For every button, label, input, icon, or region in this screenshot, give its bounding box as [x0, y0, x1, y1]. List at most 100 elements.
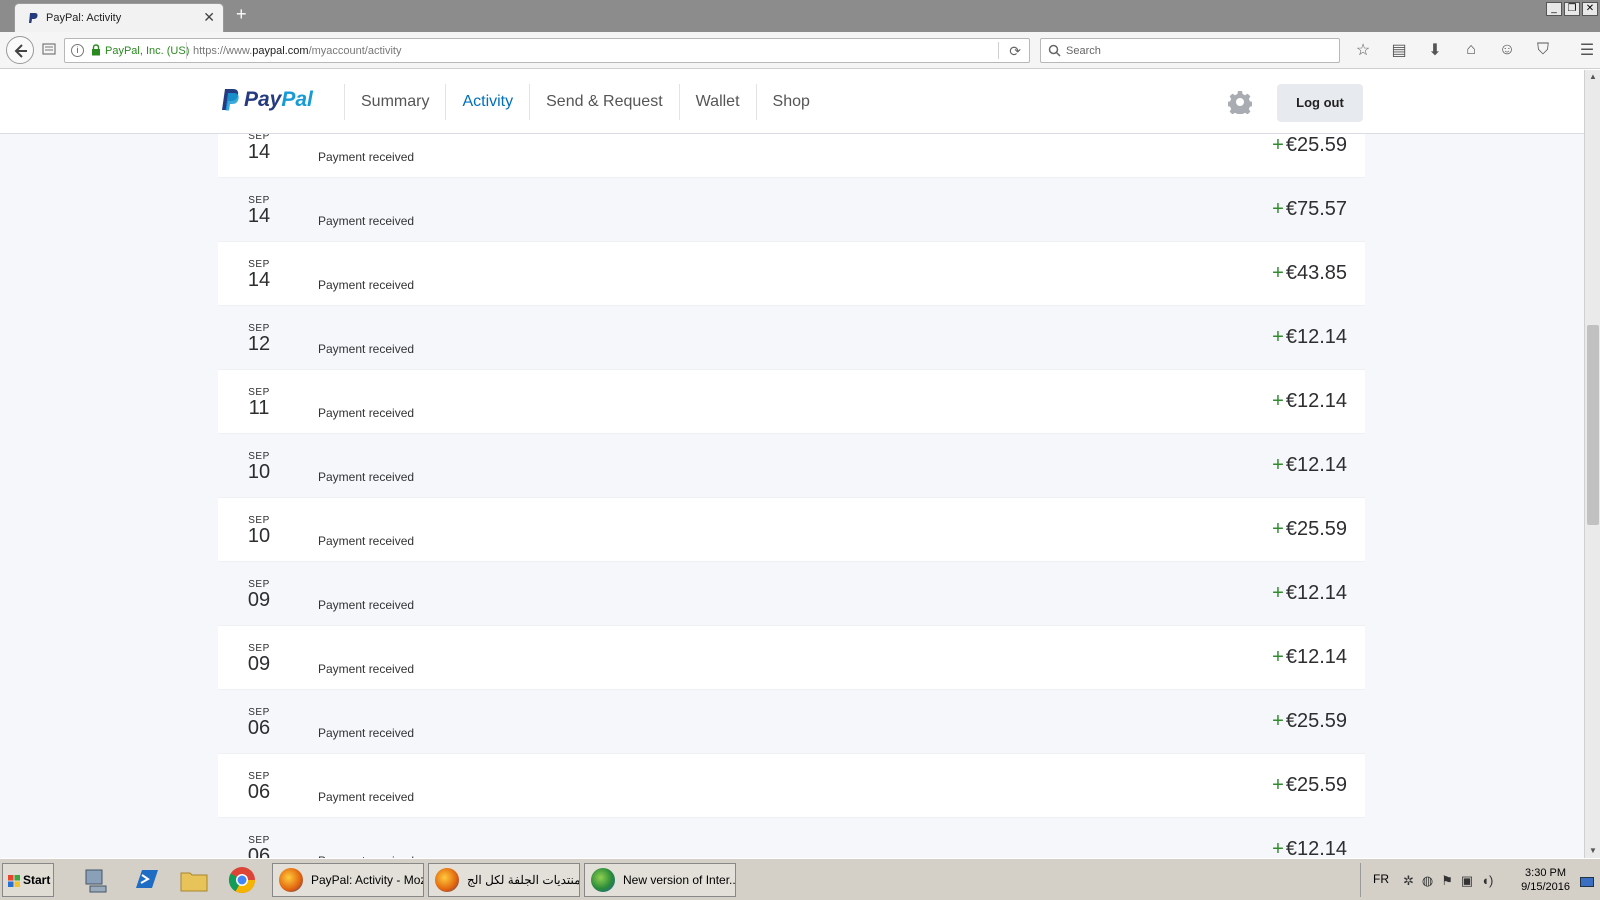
transaction-day: 14: [247, 141, 271, 163]
restore-button[interactable]: ❐: [1564, 2, 1580, 16]
reader-view-icon[interactable]: [42, 42, 56, 56]
reload-icon[interactable]: ⟳: [1009, 43, 1021, 60]
menu-icon[interactable]: ☰: [1576, 40, 1598, 60]
powershell-icon[interactable]: [130, 864, 162, 896]
amount-value: €25.59: [1285, 518, 1347, 540]
transaction-amount: + €25.59: [1272, 518, 1347, 541]
transaction-row[interactable]: SEP 14 Payment received + €75.57: [218, 178, 1365, 242]
firefox-icon: [279, 868, 303, 892]
search-icon: [1048, 44, 1061, 57]
language-indicator[interactable]: FR: [1373, 872, 1389, 886]
task-label: New version of Inter...: [623, 873, 736, 887]
settings-gear-icon[interactable]: [1228, 90, 1252, 114]
taskbar-item-idm[interactable]: New version of Inter...: [584, 863, 736, 897]
search-placeholder: Search: [1066, 45, 1101, 57]
volume-tray-icon[interactable]: ◖): [1481, 873, 1493, 889]
transaction-row[interactable]: SEP 06 Payment received + €25.59: [218, 690, 1365, 754]
transaction-day: 10: [247, 525, 271, 547]
transaction-date: SEP 09: [244, 643, 274, 676]
nav-item-shop[interactable]: Shop: [755, 84, 826, 120]
scroll-up-arrow-icon[interactable]: ▲: [1586, 70, 1600, 84]
plus-sign: +: [1272, 198, 1284, 220]
folder-icon[interactable]: [178, 864, 210, 896]
paypal-page: PayPal Summary Activity Send & Request Wall…: [0, 70, 1584, 858]
bookmarks-list-icon[interactable]: ▤: [1388, 40, 1410, 60]
search-bar[interactable]: Search: [1040, 38, 1340, 63]
transaction-amount: + €25.59: [1272, 774, 1347, 797]
transaction-amount: + €12.14: [1272, 326, 1347, 349]
transaction-row[interactable]: SEP 10 Payment received + €12.14: [218, 434, 1365, 498]
downloads-icon[interactable]: ⬇: [1424, 40, 1446, 60]
transaction-description: Payment received: [318, 278, 415, 292]
new-tab-button[interactable]: +: [236, 4, 247, 25]
minimize-button[interactable]: _: [1546, 2, 1562, 16]
transaction-list: SEP 14 Payment received + €25.59 SEP 14 Payment…: [218, 114, 1365, 858]
scroll-down-arrow-icon[interactable]: ▼: [1586, 844, 1600, 858]
toolbar-icons: ☆ ▤ ⬇ ⌂ ☺ ⛉ ☰: [1352, 40, 1598, 60]
transaction-row[interactable]: SEP 09 Payment received + €12.14: [218, 626, 1365, 690]
transaction-date: SEP 10: [244, 515, 274, 548]
paypal-logo[interactable]: PayPal: [220, 88, 313, 112]
info-icon[interactable]: i: [71, 44, 84, 57]
chat-icon[interactable]: ☺: [1496, 40, 1518, 60]
chrome-icon[interactable]: [226, 864, 258, 896]
plus-sign: +: [1272, 838, 1284, 858]
tab-close-icon[interactable]: ✕: [203, 9, 215, 26]
transaction-amount: + €12.14: [1272, 646, 1347, 669]
bookmark-star-icon[interactable]: ☆: [1352, 40, 1374, 60]
nav-item-summary[interactable]: Summary: [344, 84, 445, 120]
taskbar-item-firefox-paypal[interactable]: PayPal: Activity - Moz...: [272, 863, 424, 897]
page-scrollbar[interactable]: ▲ ▼: [1584, 70, 1600, 858]
firefox-icon: [435, 868, 459, 892]
transaction-description: Payment received: [318, 470, 415, 484]
taskbar-item-firefox-forum[interactable]: منتديات الجلفة لكل الج...: [428, 863, 580, 897]
plus-sign: +: [1272, 582, 1284, 604]
transaction-row[interactable]: SEP 14 Payment received + €43.85: [218, 242, 1365, 306]
tab-title: PayPal: Activity: [46, 12, 122, 24]
site-identity: PayPal, Inc. (US): [105, 45, 190, 57]
transaction-row[interactable]: SEP 06 Payment received + €25.59: [218, 754, 1365, 818]
paypal-wordmark: PayPal: [244, 88, 313, 111]
transaction-day: 09: [247, 653, 271, 675]
url-bar[interactable]: i PayPal, Inc. (US) https://www.paypal.c…: [64, 38, 1030, 63]
nav-item-activity[interactable]: Activity: [445, 84, 529, 120]
task-label: منتديات الجلفة لكل الج...: [467, 873, 580, 887]
url-divider: [186, 42, 187, 59]
transaction-row[interactable]: SEP 10 Payment received + €25.59: [218, 498, 1365, 562]
start-label: Start: [23, 873, 51, 887]
main-nav: Summary Activity Send & Request Wallet Shop: [344, 84, 826, 120]
transaction-amount: + €25.59: [1272, 134, 1347, 157]
transaction-day: 06: [247, 845, 271, 858]
nav-item-send-request[interactable]: Send & Request: [529, 84, 679, 120]
transaction-description: Payment received: [318, 662, 415, 676]
transaction-amount: + €25.59: [1272, 710, 1347, 733]
nav-item-wallet[interactable]: Wallet: [678, 84, 756, 120]
pocket-icon[interactable]: ⛉: [1532, 40, 1554, 60]
paypal-header: PayPal Summary Activity Send & Request Wall…: [0, 70, 1584, 134]
browser-tab[interactable]: PayPal: Activity ✕: [14, 3, 224, 32]
transaction-row[interactable]: SEP06Payment received+€12.14: [218, 818, 1365, 858]
clock[interactable]: 3:30 PM 9/15/2016: [1521, 866, 1570, 894]
back-button[interactable]: [6, 36, 34, 64]
scroll-thumb[interactable]: [1587, 325, 1599, 525]
show-desktop-icon[interactable]: [1580, 877, 1594, 887]
close-window-button[interactable]: ✕: [1582, 2, 1598, 16]
flag-tray-icon[interactable]: ⚑: [1441, 873, 1453, 889]
transaction-row[interactable]: SEP 11 Payment received + €12.14: [218, 370, 1365, 434]
monitor-tray-icon[interactable]: ▣: [1461, 873, 1473, 889]
start-button[interactable]: Start: [2, 863, 54, 897]
transaction-day: 12: [247, 333, 271, 355]
computer-icon[interactable]: [80, 864, 112, 896]
transaction-description: Payment received: [318, 534, 415, 548]
windows-flag-icon: [8, 875, 20, 887]
transaction-row[interactable]: SEP 12 Payment received + €12.14: [218, 306, 1365, 370]
amount-value: €25.59: [1285, 710, 1347, 732]
logout-button[interactable]: Log out: [1277, 84, 1363, 122]
network-tray-icon[interactable]: ✲: [1403, 873, 1414, 889]
transaction-date: SEP 09: [244, 579, 274, 612]
transaction-row[interactable]: SEP 09 Payment received + €12.14: [218, 562, 1365, 626]
globe-tray-icon[interactable]: ◍: [1422, 873, 1433, 889]
home-icon[interactable]: ⌂: [1460, 40, 1482, 60]
url-text[interactable]: https://www.paypal.com/myaccount/activit…: [193, 45, 401, 57]
plus-sign: +: [1272, 646, 1284, 668]
